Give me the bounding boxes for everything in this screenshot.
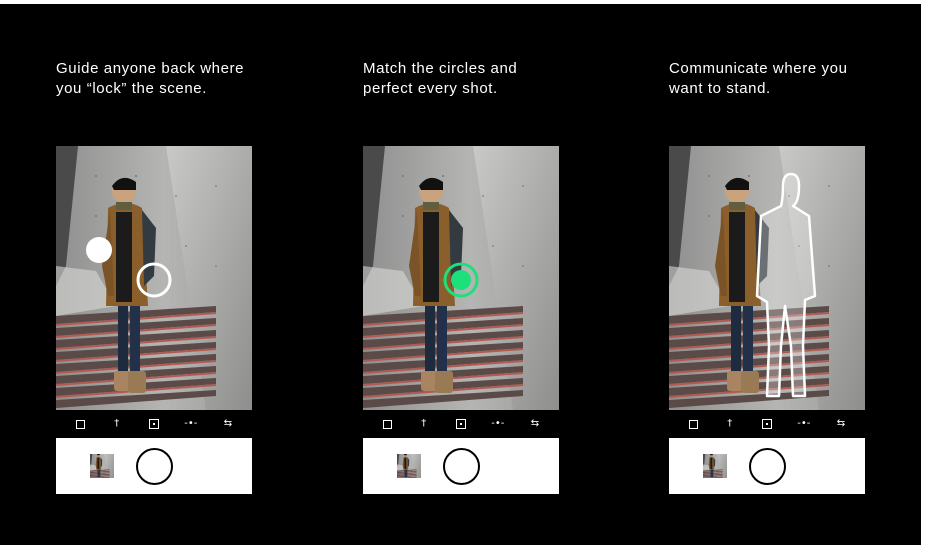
panel-stand-outline: Communicate where you want to stand. † -… bbox=[669, 4, 921, 545]
camera-bottom-bar bbox=[669, 438, 865, 494]
focus-box-icon[interactable] bbox=[148, 419, 159, 429]
focus-box-icon[interactable] bbox=[761, 419, 772, 429]
lock-overlay bbox=[86, 237, 172, 298]
camera-bottom-bar bbox=[363, 438, 559, 494]
panel-caption: Guide anyone back where you “lock” the s… bbox=[56, 59, 296, 99]
panel-caption: Communicate where you want to stand. bbox=[669, 59, 909, 99]
camera-viewfinder[interactable] bbox=[363, 146, 559, 410]
caption-line-2: want to stand. bbox=[669, 80, 771, 97]
caption-line-1: Match the circles and bbox=[363, 60, 518, 77]
camera-viewfinder[interactable] bbox=[56, 146, 252, 410]
switch-camera-icon[interactable]: ⇆ bbox=[222, 419, 234, 429]
person-pin-icon[interactable]: † bbox=[111, 419, 123, 429]
panel-caption: Match the circles and perfect every shot… bbox=[363, 59, 603, 99]
camera-toolbar: † -•- ⇆ bbox=[669, 410, 865, 438]
phone-screen: † -•- ⇆ bbox=[56, 146, 252, 498]
square-frame-icon[interactable] bbox=[383, 419, 392, 429]
person-pin-icon[interactable]: † bbox=[724, 419, 736, 429]
camera-viewfinder[interactable] bbox=[669, 146, 865, 410]
caption-line-2: you “lock” the scene. bbox=[56, 80, 207, 97]
phone-screen: † -•- ⇆ bbox=[363, 146, 559, 498]
lock-position-dot[interactable] bbox=[86, 237, 112, 263]
focus-box-icon[interactable] bbox=[455, 419, 466, 429]
match-overlay bbox=[443, 262, 479, 298]
promo-canvas: Guide anyone back where you “lock” the s… bbox=[0, 4, 921, 545]
square-frame-icon[interactable] bbox=[76, 419, 85, 429]
gallery-thumbnail[interactable] bbox=[397, 454, 421, 478]
shutter-button[interactable] bbox=[136, 448, 173, 485]
phone-screen: † -•- ⇆ bbox=[669, 146, 865, 498]
square-frame-icon[interactable] bbox=[689, 419, 698, 429]
level-icon[interactable]: -•- bbox=[797, 419, 810, 429]
gallery-thumbnail[interactable] bbox=[90, 454, 114, 478]
level-icon[interactable]: -•- bbox=[184, 419, 197, 429]
switch-camera-icon[interactable]: ⇆ bbox=[529, 419, 541, 429]
person-pin-icon[interactable]: † bbox=[418, 419, 430, 429]
caption-line-2: perfect every shot. bbox=[363, 80, 498, 97]
person-outline-icon[interactable] bbox=[755, 172, 817, 398]
gallery-thumbnail[interactable] bbox=[703, 454, 727, 478]
camera-toolbar: † -•- ⇆ bbox=[56, 410, 252, 438]
caption-line-1: Communicate where you bbox=[669, 60, 848, 77]
level-icon[interactable]: -•- bbox=[491, 419, 504, 429]
person-outline-overlay bbox=[755, 172, 817, 398]
switch-camera-icon[interactable]: ⇆ bbox=[835, 419, 847, 429]
caption-line-1: Guide anyone back where bbox=[56, 60, 245, 77]
panel-lock-scene: Guide anyone back where you “lock” the s… bbox=[56, 4, 356, 545]
matched-dot[interactable] bbox=[451, 270, 471, 290]
panel-match-circles: Match the circles and perfect every shot… bbox=[363, 4, 663, 545]
shutter-button[interactable] bbox=[749, 448, 786, 485]
shutter-button[interactable] bbox=[443, 448, 480, 485]
target-ring[interactable] bbox=[136, 262, 172, 298]
camera-toolbar: † -•- ⇆ bbox=[363, 410, 559, 438]
camera-bottom-bar bbox=[56, 438, 252, 494]
